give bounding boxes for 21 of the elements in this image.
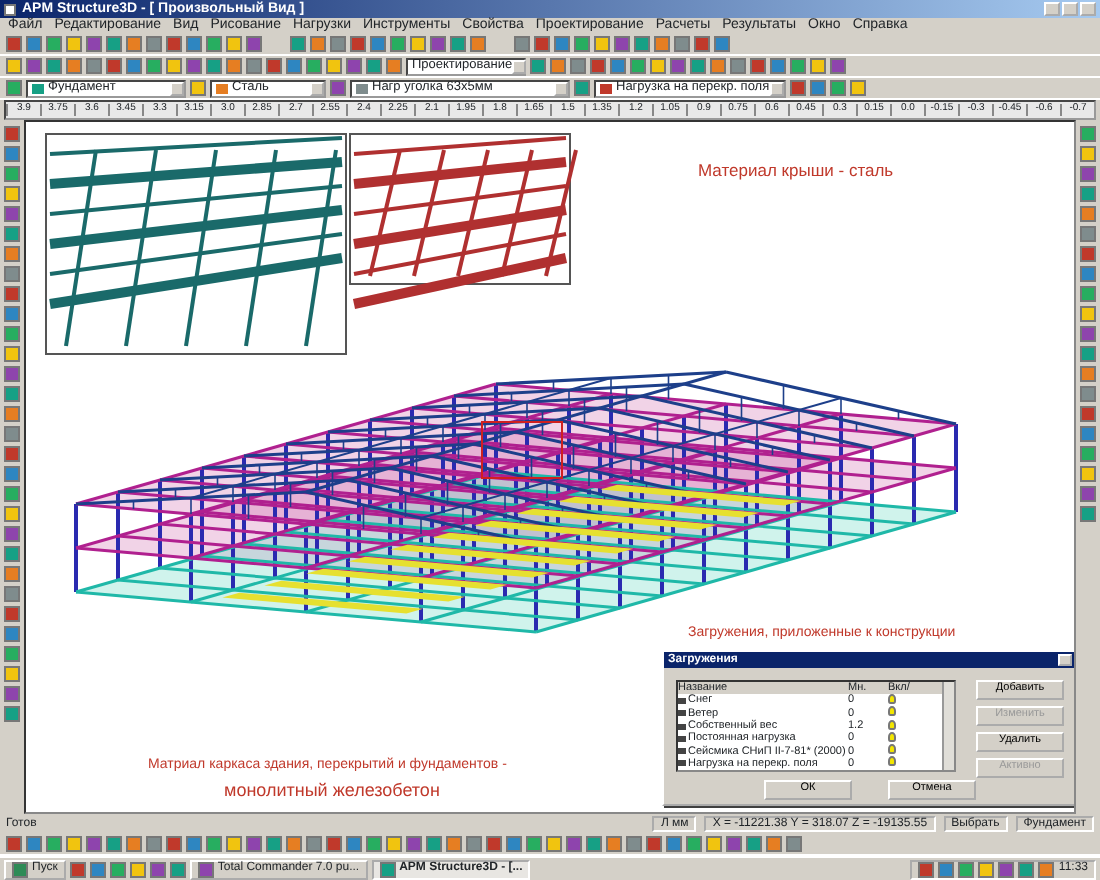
swatch-icon <box>600 83 612 93</box>
close-button[interactable] <box>1058 654 1072 666</box>
swatch-icon <box>32 83 44 93</box>
app-icon <box>197 861 214 877</box>
close-button[interactable] <box>1080 2 1096 16</box>
zoom-frame <box>481 421 563 479</box>
minimize-button[interactable] <box>1044 2 1060 16</box>
scrollbar <box>942 682 954 770</box>
lightbulb-icon[interactable] <box>888 731 896 742</box>
lightbulb-icon[interactable] <box>888 756 896 767</box>
swatch-icon <box>216 83 228 93</box>
lightbulb-icon[interactable] <box>888 706 896 717</box>
lightbulb-icon[interactable] <box>888 719 896 730</box>
annotation-text: монолитный железобетон <box>222 782 442 802</box>
app-icon <box>4 3 16 15</box>
app-icon <box>379 861 396 877</box>
lightbulb-icon[interactable] <box>888 744 896 755</box>
maximize-button[interactable] <box>1062 2 1078 16</box>
swatch-icon <box>356 83 368 93</box>
lightbulb-icon[interactable] <box>888 693 896 704</box>
annotation-text: Материал крыши - сталь <box>696 162 896 181</box>
